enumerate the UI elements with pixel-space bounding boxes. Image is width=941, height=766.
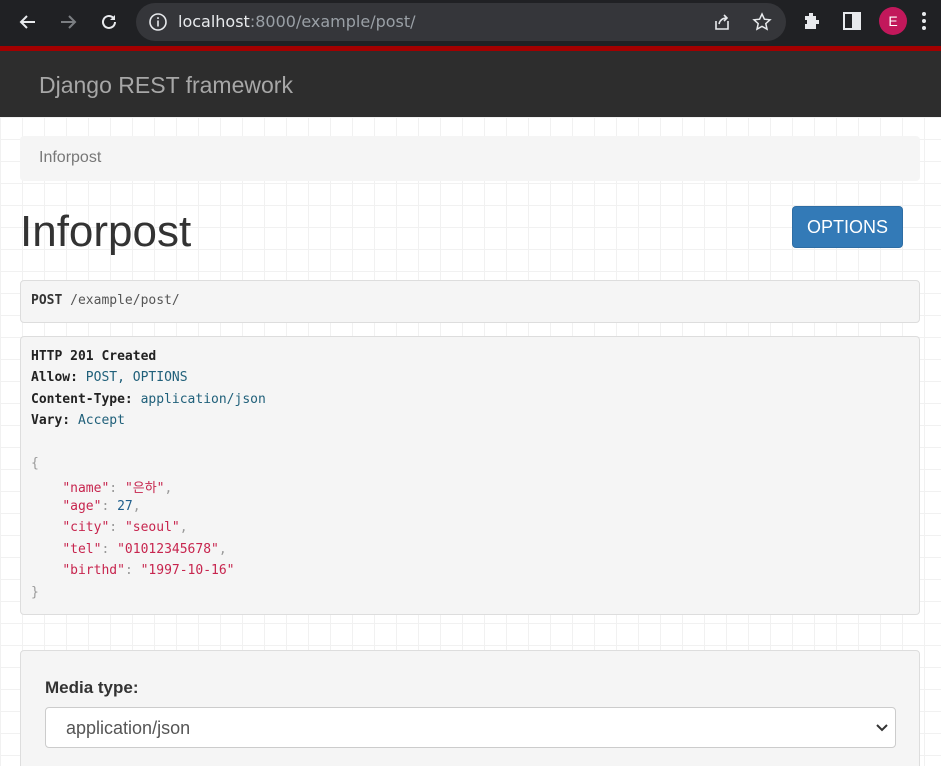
request-info: POST /example/post/ [20,280,920,323]
media-type-value: application/json [66,718,191,738]
star-icon[interactable] [752,12,772,32]
json-value: 27 [117,499,133,514]
json-value: "seoul" [124,520,180,535]
media-type-label: Media type: [45,678,139,697]
json-key: "name" [62,481,110,496]
extensions-icon[interactable] [801,10,823,32]
chevron-down-icon [876,724,888,732]
header-name: Allow: [31,370,78,385]
browser-toolbar: localhost:8000/example/post/ E [0,0,941,46]
header-value: POST, OPTIONS [85,370,188,385]
request-path: /example/post/ [70,293,180,308]
more-menu-icon[interactable] [921,10,927,32]
reload-button[interactable] [95,8,123,36]
url-text[interactable]: localhost:8000/example/post/ [178,12,416,31]
json-value: "은하" [124,481,165,496]
json-key: "age" [62,499,102,514]
arrow-right-icon [61,15,77,29]
header-name: Vary: [31,413,71,428]
json-value: "1997-10-16" [140,563,235,578]
options-button[interactable]: OPTIONS [792,206,903,248]
header-name: Content-Type: [31,392,133,407]
json-key: "birthd" [62,563,125,578]
json-close-brace: } [31,585,39,600]
json-value: "01012345678" [117,542,219,557]
profile-avatar[interactable]: E [879,7,907,35]
back-button[interactable] [14,8,42,36]
response-status: HTTP 201 Created [31,349,157,364]
brand-link[interactable]: Django REST framework [39,72,293,99]
header-value: Accept [77,413,125,428]
navbar: Django REST framework [0,51,941,117]
breadcrumb: Inforpost [20,136,920,181]
page-content: Inforpost Inforpost OPTIONS POST /exampl… [0,117,941,766]
content-form: Media type: application/json [20,650,920,766]
header-value: application/json [140,392,266,407]
breadcrumb-item[interactable]: Inforpost [39,149,101,167]
json-open-brace: { [31,456,39,471]
response-info: HTTP 201 Created Allow: POST, OPTIONS Co… [20,336,920,615]
share-icon[interactable] [712,12,732,32]
request-method: POST [31,293,63,308]
reload-icon [102,14,116,29]
arrow-left-icon [19,15,35,29]
url-path: :8000/example/post/ [249,12,416,31]
side-panel-icon[interactable] [841,10,863,32]
media-type-select[interactable]: application/json [45,707,896,748]
url-host: localhost [178,12,250,31]
json-key: "city" [62,520,110,535]
info-icon[interactable] [148,12,168,32]
page-title: Inforpost [20,207,192,256]
address-bar[interactable]: localhost:8000/example/post/ [136,3,786,41]
forward-button[interactable] [54,8,82,36]
json-key: "tel" [62,542,102,557]
